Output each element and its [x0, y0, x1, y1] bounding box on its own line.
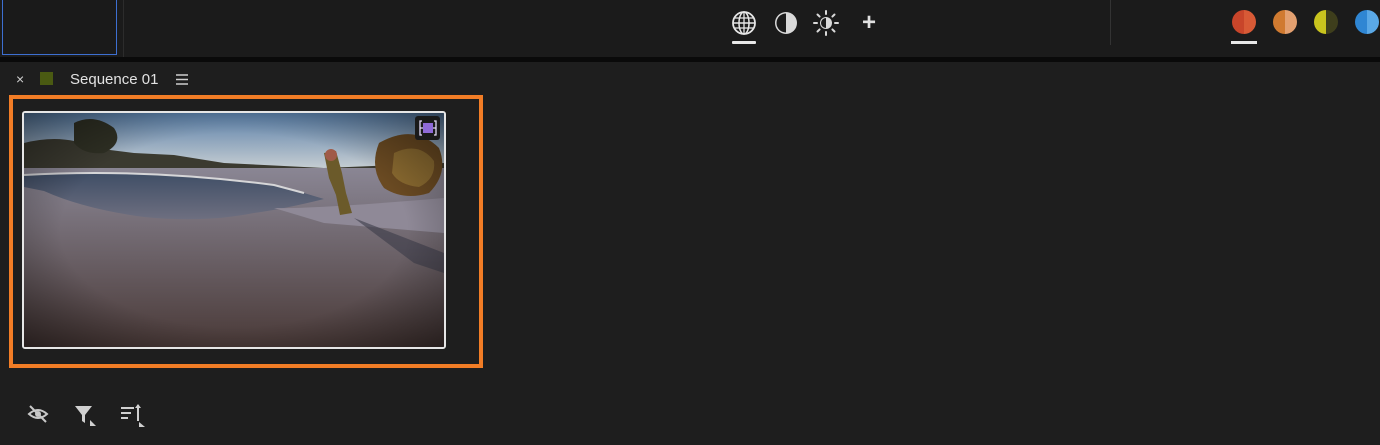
add-mode-button[interactable]: + [854, 8, 884, 38]
selected-indicator [732, 41, 756, 44]
brightness-mode-button[interactable] [811, 8, 841, 38]
close-icon[interactable]: × [16, 71, 24, 87]
swatch-red-orange[interactable] [1232, 10, 1256, 34]
sequence-badge[interactable] [415, 116, 440, 140]
filter-icon[interactable] [73, 403, 97, 427]
brightness-icon [813, 10, 839, 36]
panel-header: × Sequence 01 [0, 62, 1380, 96]
label-color-swatch [40, 72, 53, 85]
panel-menu-icon[interactable] [176, 74, 188, 85]
contrast-icon [775, 12, 797, 34]
panel-title[interactable]: Sequence 01 [70, 71, 158, 89]
swatch-blue[interactable] [1355, 10, 1379, 34]
contrast-mode-button[interactable] [771, 8, 801, 38]
swatch-orange[interactable] [1273, 10, 1297, 34]
globe-icon [732, 11, 756, 35]
plus-icon: + [861, 9, 876, 36]
toolbar-divider-right [1110, 0, 1111, 45]
sort-icon[interactable] [120, 403, 145, 427]
toolbar-divider [123, 0, 124, 57]
swatch-yellow[interactable] [1314, 10, 1338, 34]
global-mode-button[interactable] [729, 8, 759, 44]
hide-icon[interactable] [27, 403, 49, 425]
swatch-selected-indicator [1231, 41, 1257, 44]
sequence-badge-icon [418, 120, 437, 136]
clip-thumbnail[interactable] [22, 111, 446, 349]
skatepark-image [24, 113, 444, 347]
preview-box[interactable] [2, 0, 117, 55]
top-toolbar: + [0, 0, 1380, 57]
